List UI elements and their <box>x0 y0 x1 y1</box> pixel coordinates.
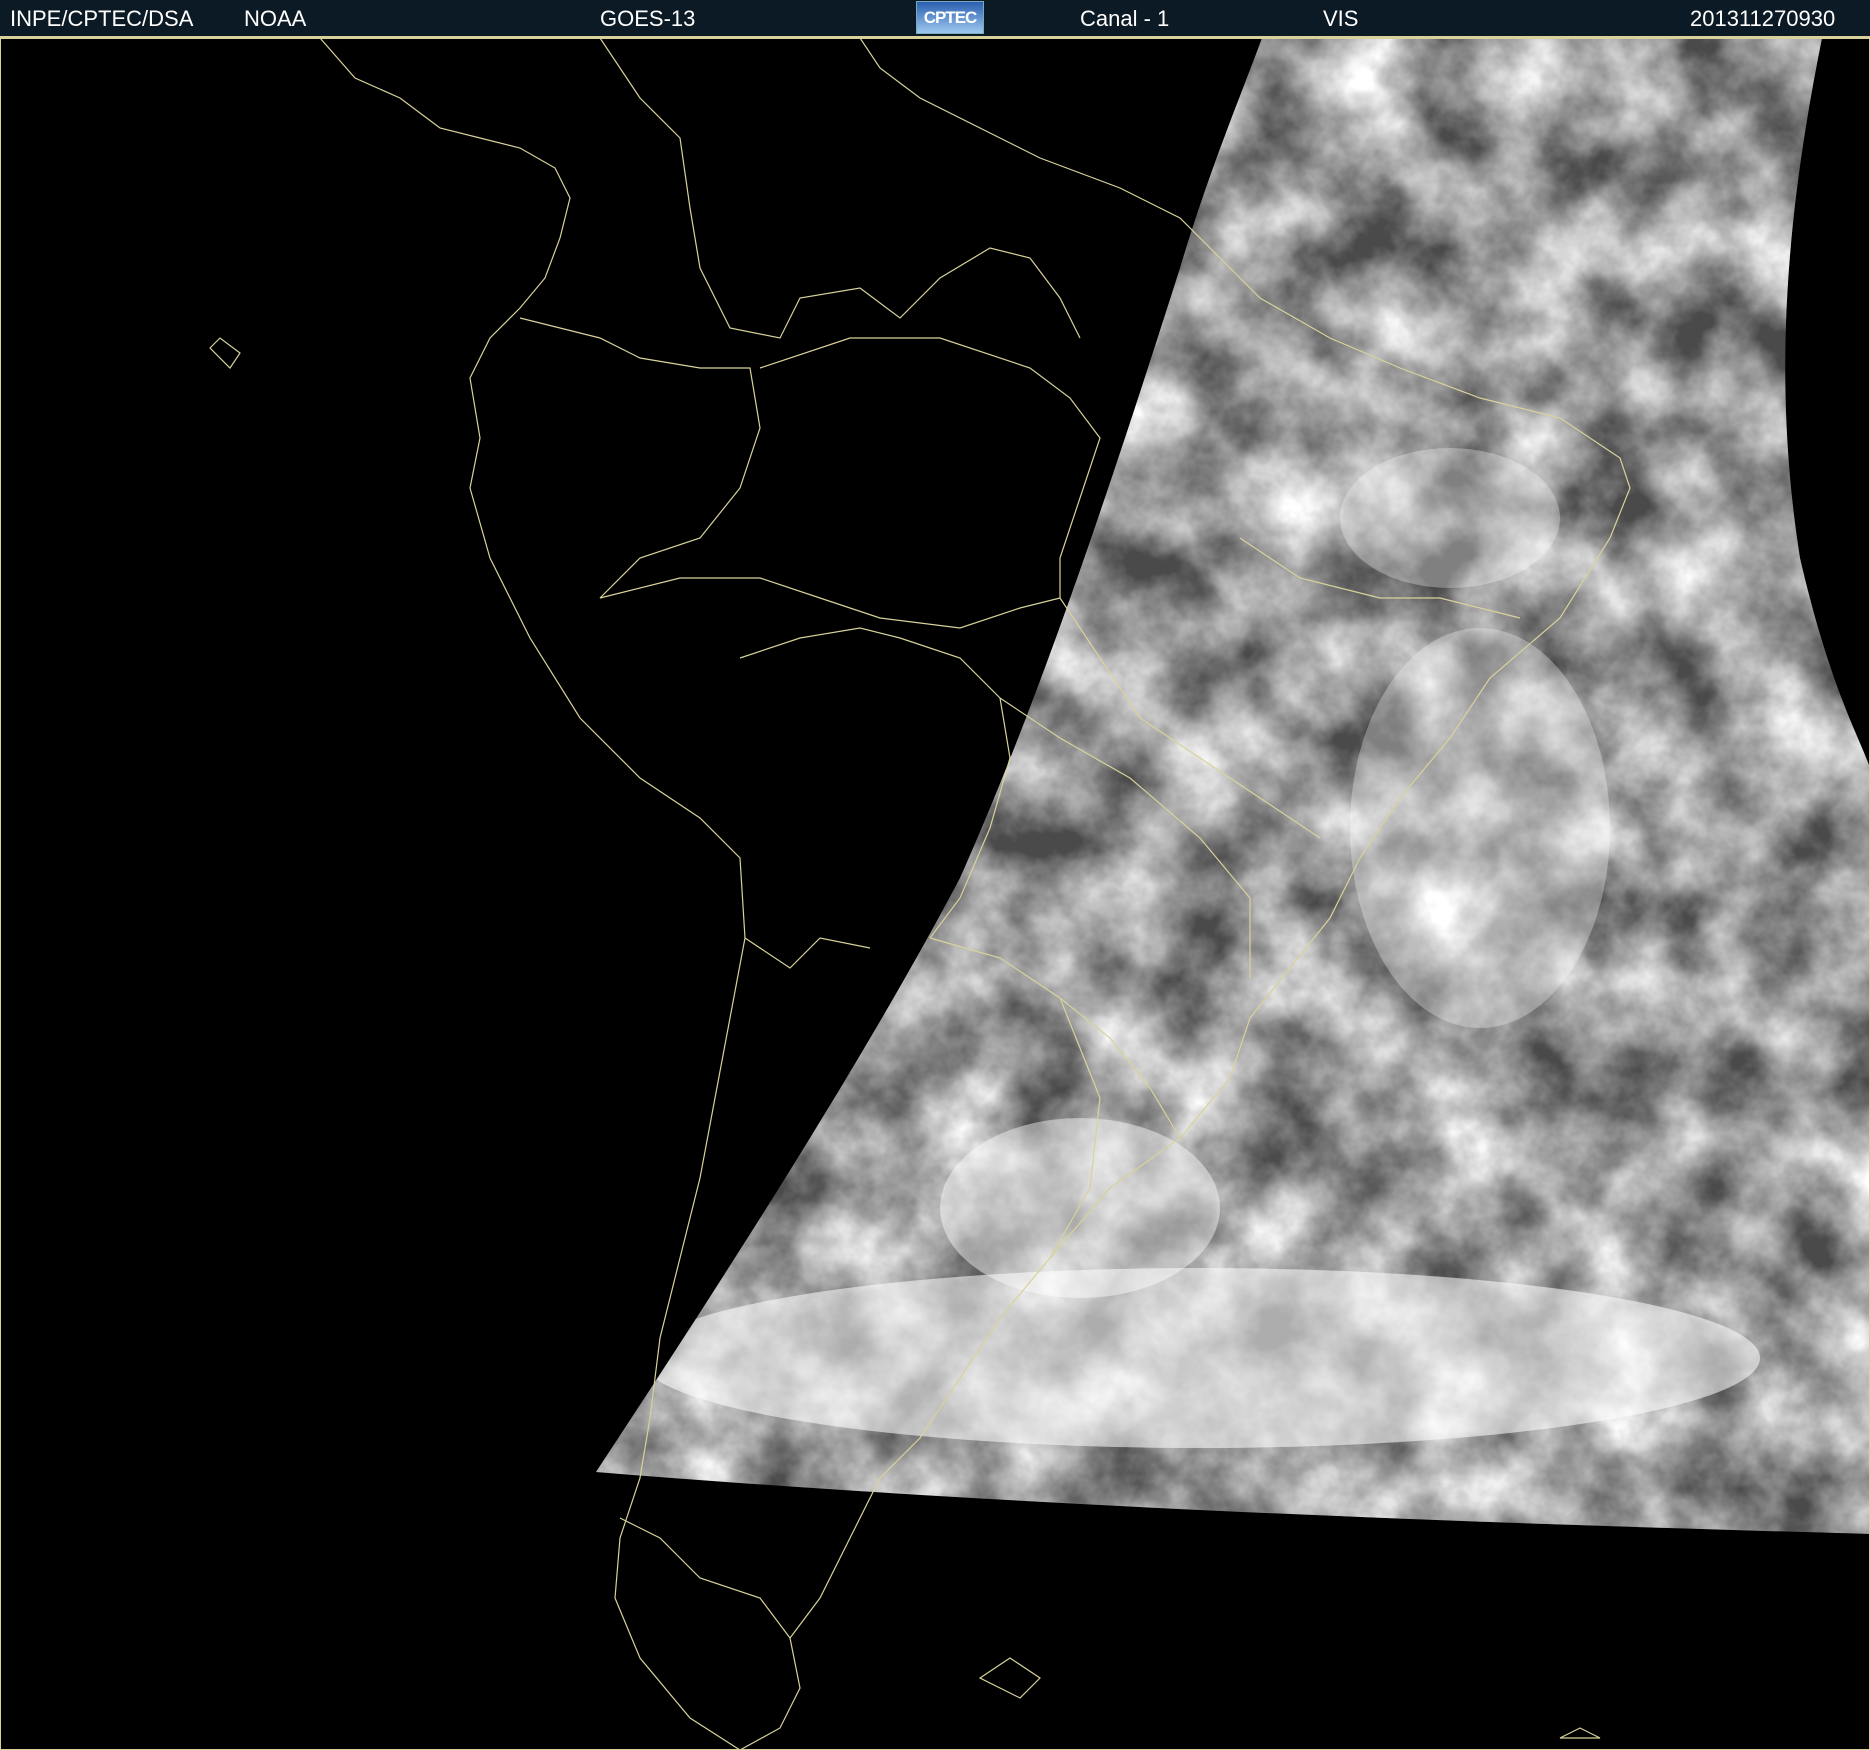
channel-label: Canal - 1 <box>1080 6 1170 31</box>
satellite-map <box>0 38 1870 1750</box>
satellite-label: GOES-13 <box>600 6 696 31</box>
header-bar: INPE/CPTEC/DSA NOAA GOES-13 CPTEC Canal … <box>0 0 1870 38</box>
source-label: INPE/CPTEC/DSA <box>10 6 194 31</box>
timestamp-label: 201311270930 <box>1690 6 1836 31</box>
band-label: VIS <box>1323 6 1359 31</box>
agency-label: NOAA <box>244 6 307 31</box>
cptec-logo: CPTEC <box>916 1 984 34</box>
